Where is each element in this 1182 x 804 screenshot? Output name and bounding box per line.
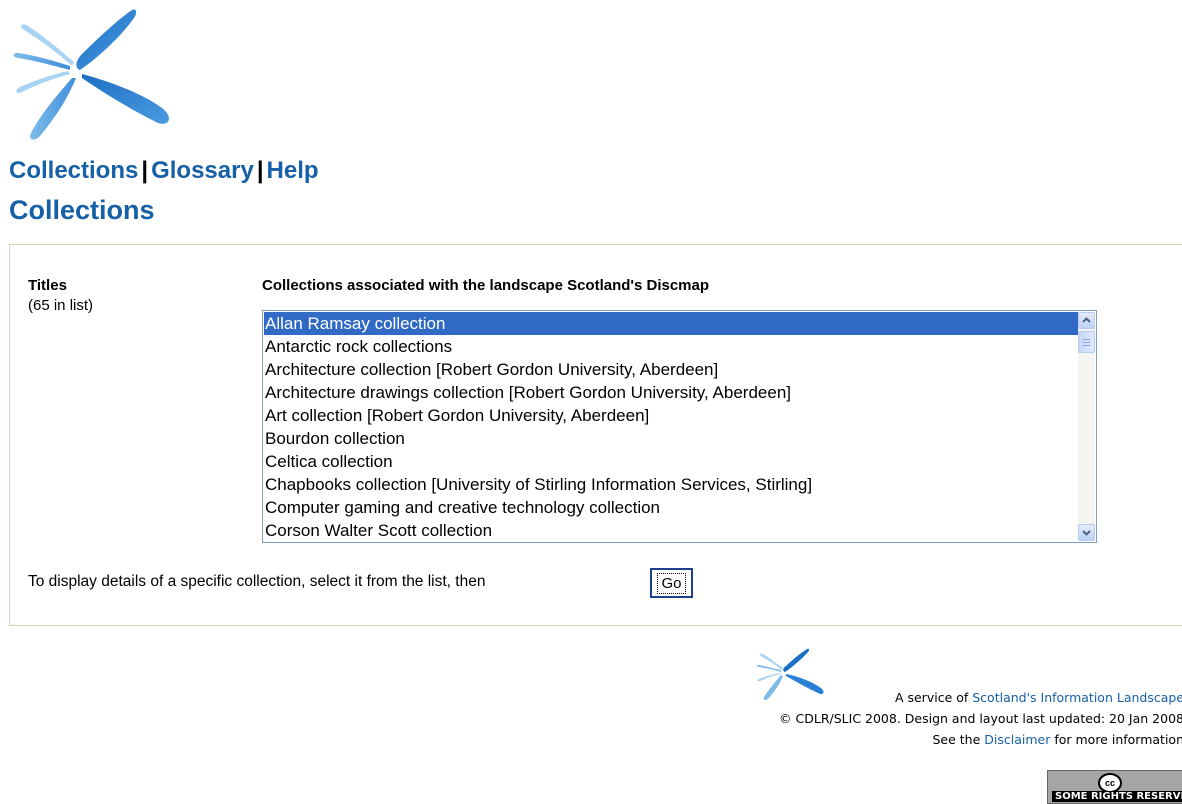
titles-count: (65 in list) xyxy=(28,297,94,314)
go-button-label: Go xyxy=(657,572,686,594)
footer-disclaimer-link[interactable]: Disclaimer xyxy=(984,732,1050,747)
footer-copyright: © CDLR/SLIC 2008. Design and layout last… xyxy=(779,711,1182,726)
site-logo[interactable] xyxy=(10,8,175,143)
list-item[interactable]: Art collection [Robert Gordon University… xyxy=(264,404,1078,427)
thumb-grip xyxy=(1083,342,1090,343)
listbox-items: Allan Ramsay collection Antarctic rock c… xyxy=(264,312,1078,542)
scroll-down-button[interactable] xyxy=(1078,524,1095,541)
scroll-thumb[interactable] xyxy=(1078,331,1095,353)
list-heading: Collections associated with the landscap… xyxy=(262,277,710,294)
list-item[interactable]: Antarctic rock collections xyxy=(264,335,1078,358)
listbox-scrollbar[interactable] xyxy=(1078,312,1095,541)
nav-link-glossary[interactable]: Glossary xyxy=(151,157,254,184)
footer-disclaimer-suffix: for more information xyxy=(1050,732,1182,747)
top-nav: Collections | Glossary | Help xyxy=(9,157,319,185)
list-item[interactable]: Bourdon collection xyxy=(264,427,1078,450)
collections-panel: Titles (65 in list) Collections associat… xyxy=(9,244,1182,626)
cc-icon: cc xyxy=(1098,773,1122,793)
footer-disclaimer-line: See the Disclaimer for more information xyxy=(932,732,1182,747)
list-item[interactable]: Architecture collection [Robert Gordon U… xyxy=(264,358,1078,381)
cc-badge-text: SOME RIGHTS RESERVED xyxy=(1052,791,1182,802)
nav-separator: | xyxy=(141,157,149,184)
footer-logo[interactable] xyxy=(755,648,825,700)
list-item[interactable]: Chapbooks collection [University of Stir… xyxy=(264,473,1078,496)
chevron-down-icon xyxy=(1082,530,1091,536)
footer-service-line: A service of Scotland's Information Land… xyxy=(895,690,1182,705)
list-item[interactable]: Celtica collection xyxy=(264,450,1078,473)
collections-listbox[interactable]: Allan Ramsay collection Antarctic rock c… xyxy=(262,310,1097,543)
list-item[interactable]: Architecture drawings collection [Robert… xyxy=(264,381,1078,404)
nav-link-help[interactable]: Help xyxy=(267,157,319,184)
list-item[interactable]: Computer gaming and creative technology … xyxy=(264,496,1078,519)
go-button[interactable]: Go xyxy=(650,568,693,598)
footer-disclaimer-prefix: See the xyxy=(932,732,985,747)
page-title: Collections xyxy=(9,195,155,225)
nav-separator: | xyxy=(256,157,264,184)
thumb-grip xyxy=(1083,345,1090,346)
nav-link-collections[interactable]: Collections xyxy=(9,157,138,184)
chevron-up-icon xyxy=(1082,317,1091,323)
footer-service-prefix: A service of xyxy=(894,690,973,705)
list-item[interactable]: Corson Walter Scott collection xyxy=(264,519,1078,542)
thumb-grip xyxy=(1083,339,1090,340)
titles-label: Titles xyxy=(28,277,67,294)
instruction-text: To display details of a specific collect… xyxy=(28,573,486,590)
list-item[interactable]: Allan Ramsay collection xyxy=(264,312,1078,335)
creative-commons-badge[interactable]: cc SOME RIGHTS RESERVED xyxy=(1047,770,1182,804)
footer-service-link[interactable]: Scotland's Information Landscape xyxy=(972,690,1182,705)
scroll-up-button[interactable] xyxy=(1078,312,1095,329)
